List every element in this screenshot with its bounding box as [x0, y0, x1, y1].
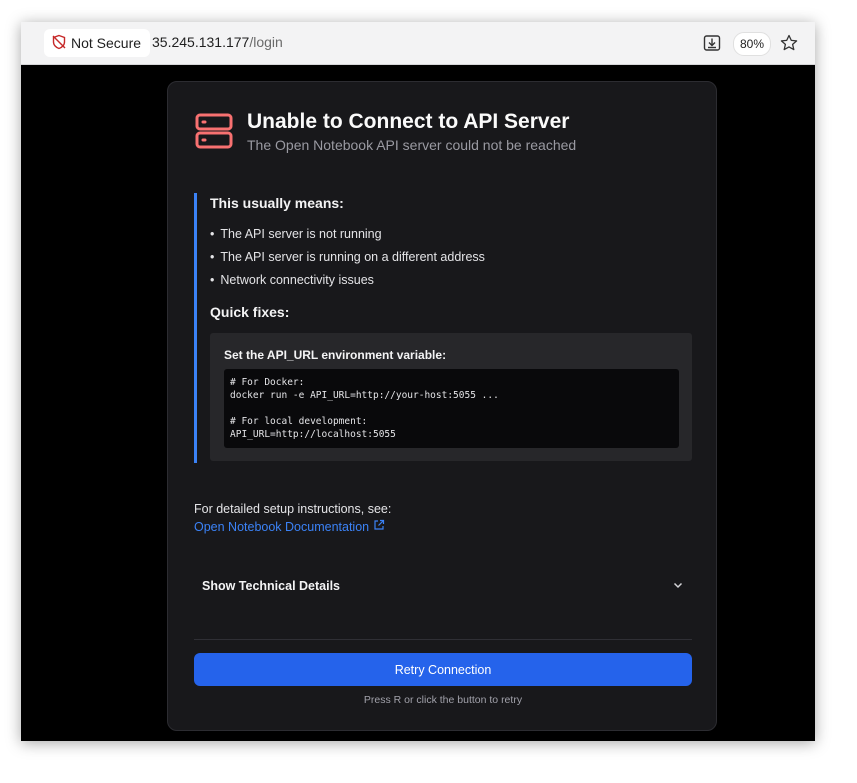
shield-off-icon: [51, 34, 67, 53]
browser-toolbar: Not Secure 35.245.131.177/login 80%: [21, 22, 815, 65]
fix-label: Set the API_URL environment variable:: [224, 348, 447, 362]
means-list: The API server is not running The API se…: [210, 227, 485, 296]
download-icon[interactable]: [702, 33, 722, 53]
chevron-down-icon: [672, 579, 684, 594]
server-icon: [195, 112, 233, 150]
error-subtitle: The Open Notebook API server could not b…: [247, 137, 577, 153]
retry-hint: Press R or click the button to retry: [363, 694, 523, 706]
fixes-heading: Quick fixes:: [210, 304, 290, 320]
code-block: # For Docker: docker run -e API_URL=http…: [224, 369, 679, 448]
list-item: The API server is running on a different…: [210, 250, 485, 273]
address-bar[interactable]: 35.245.131.177/login: [152, 34, 283, 50]
code-line: API_URL=http://localhost:5055: [230, 429, 396, 440]
technical-details-label: Show Technical Details: [202, 579, 341, 593]
list-item: The API server is not running: [210, 227, 485, 250]
error-card: Unable to Connect to API Server The Open…: [167, 81, 717, 731]
browser-window: Not Secure 35.245.131.177/login 80% Unab…: [21, 22, 815, 741]
info-panel: This usually means: The API server is no…: [194, 193, 695, 463]
url-path: /login: [249, 34, 283, 50]
divider: [194, 639, 692, 640]
retry-connection-button[interactable]: Retry Connection: [194, 653, 692, 686]
url-host: 35.245.131.177: [152, 34, 250, 50]
error-title: Unable to Connect to API Server: [247, 110, 570, 133]
documentation-link-label: Open Notebook Documentation: [194, 519, 370, 534]
zoom-indicator[interactable]: 80%: [733, 32, 771, 56]
means-heading: This usually means:: [210, 195, 344, 211]
code-line: docker run -e API_URL=http://your-host:5…: [230, 390, 499, 401]
code-line: # For Docker:: [230, 377, 305, 388]
setup-text: For detailed setup instructions, see:: [194, 502, 392, 516]
code-line: # For local development:: [230, 416, 368, 427]
page-viewport: Unable to Connect to API Server The Open…: [21, 65, 815, 741]
technical-details-toggle[interactable]: Show Technical Details: [194, 569, 692, 603]
external-link-icon: [373, 519, 385, 534]
quick-fix-box: Set the API_URL environment variable: # …: [210, 333, 692, 461]
security-indicator[interactable]: Not Secure: [44, 29, 151, 57]
list-item: Network connectivity issues: [210, 273, 485, 296]
documentation-link[interactable]: Open Notebook Documentation: [194, 519, 385, 534]
security-label: Not Secure: [71, 35, 142, 51]
star-icon[interactable]: [779, 33, 799, 53]
